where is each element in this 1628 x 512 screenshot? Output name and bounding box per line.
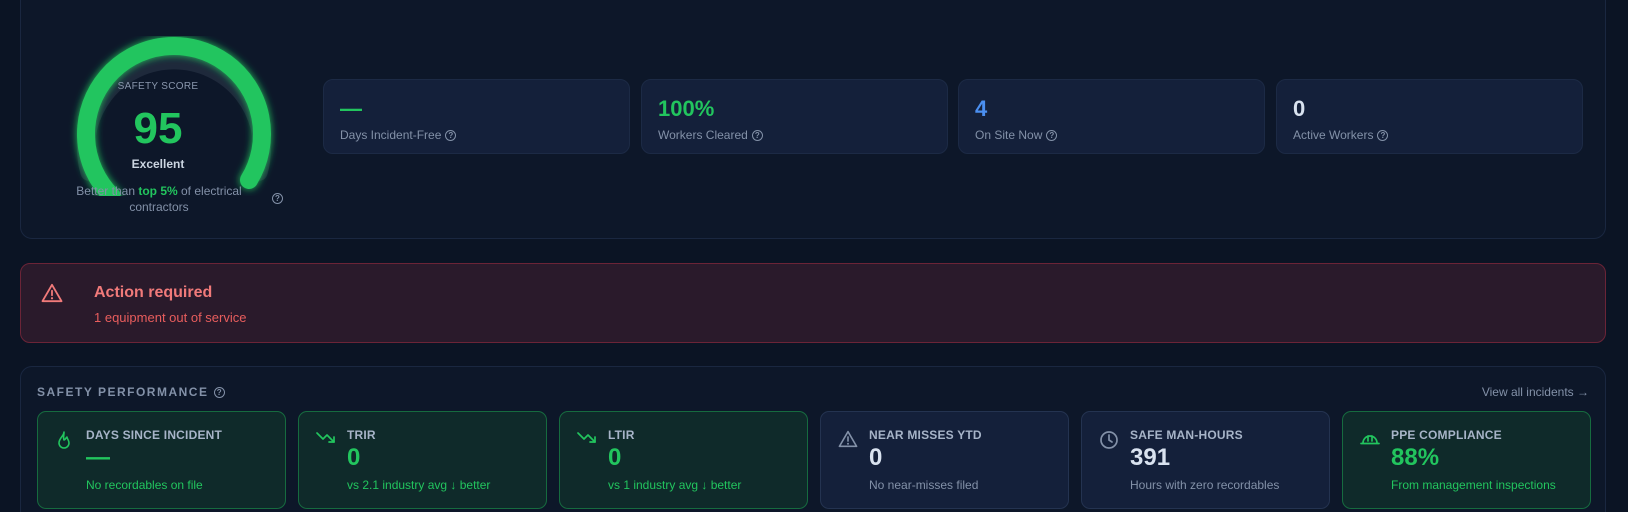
metric-label: NEAR MISSES YTD (869, 428, 982, 442)
action-required-alert[interactable]: Action required 1 equipment out of servi… (20, 263, 1606, 343)
stat-card-days-incident-free: — Days Incident-Free? (323, 79, 630, 154)
stat-label-text: Workers Cleared (658, 128, 748, 142)
help-icon[interactable]: ? (272, 193, 283, 204)
metric-subtext: No recordables on file (86, 478, 203, 492)
metric-label: DAYS SINCE INCIDENT (86, 428, 223, 442)
stat-card-on-site-now: 4 On Site Now? (958, 79, 1265, 154)
stat-card-workers-cleared: 100% Workers Cleared? (641, 79, 948, 154)
metric-value: 391 (1130, 444, 1171, 471)
metric-subtext: No near-misses filed (869, 478, 979, 492)
trend-down-icon (316, 432, 335, 443)
metric-value: 0 (869, 444, 883, 471)
metric-card-ppe-compliance[interactable]: PPE COMPLIANCE 88% From management inspe… (1342, 411, 1591, 509)
stat-value: 100% (658, 96, 715, 121)
warning-triangle-icon (41, 283, 63, 303)
view-all-incidents-link[interactable]: View all incidents → (1482, 385, 1589, 399)
safety-performance-section: SAFETY PERFORMANCE? View all incidents →… (20, 366, 1606, 512)
stat-label: On Site Now? (975, 128, 1248, 142)
safety-score-rating: Excellent (131, 157, 185, 171)
metric-value: 88% (1391, 444, 1440, 471)
clock-icon (1100, 431, 1118, 449)
metric-label: TRIR (347, 428, 376, 442)
safety-score-note: Better than top 5% of electrical contrac… (68, 183, 250, 215)
section-title: SAFETY PERFORMANCE? (37, 385, 226, 399)
help-icon[interactable]: ? (214, 387, 226, 399)
stat-label-text: On Site Now (975, 128, 1043, 142)
stat-label: Active Workers? (1293, 128, 1566, 142)
metric-subtext: vs 1 industry avg ↓ better (608, 478, 742, 492)
metric-card-near-misses-ytd[interactable]: NEAR MISSES YTD 0 No near-misses filed (820, 411, 1069, 509)
stat-label: Days Incident-Free? (340, 128, 613, 142)
help-icon[interactable]: ? (1046, 130, 1058, 142)
hard-hat-icon (1360, 435, 1380, 445)
safety-score-gauge: SAFETY SCORE 95 Excellent Better than to… (48, 30, 294, 220)
metric-card-trir[interactable]: TRIR 0 vs 2.1 industry avg ↓ better (298, 411, 547, 509)
stat-card-active-workers: 0 Active Workers? (1276, 79, 1583, 154)
note-highlight: top 5% (138, 184, 178, 198)
alert-title: Action required (94, 284, 213, 301)
safety-score-title: SAFETY SCORE (117, 81, 199, 92)
metric-card-ltir[interactable]: LTIR 0 vs 1 industry avg ↓ better (559, 411, 808, 509)
metric-value: 0 (347, 444, 361, 471)
alert-message: 1 equipment out of service (94, 310, 247, 325)
metric-subtext: Hours with zero recordables (1130, 478, 1280, 492)
warning-triangle-icon (838, 430, 858, 448)
metric-value: — (86, 444, 110, 471)
help-icon[interactable]: ? (445, 130, 457, 142)
metric-card-safe-man-hours[interactable]: SAFE MAN-HOURS 391 Hours with zero recor… (1081, 411, 1330, 509)
metric-value: 0 (608, 444, 622, 471)
flame-icon (58, 431, 70, 449)
stat-label-text: Days Incident-Free (340, 128, 442, 142)
metric-label: LTIR (608, 428, 635, 442)
help-icon[interactable]: ? (1377, 130, 1389, 142)
note-prefix: Better than (76, 184, 139, 198)
safety-score-value: 95 (133, 104, 183, 153)
stat-label-text: Active Workers (1293, 128, 1374, 142)
metric-subtext: vs 2.1 industry avg ↓ better (347, 478, 491, 492)
stat-value: — (340, 96, 362, 121)
section-title-text: SAFETY PERFORMANCE (37, 385, 209, 399)
trend-down-icon (577, 432, 596, 443)
stat-label: Workers Cleared? (658, 128, 931, 142)
stat-value: 0 (1293, 96, 1306, 121)
help-icon[interactable]: ? (751, 130, 763, 142)
metric-card-days-since-incident[interactable]: DAYS SINCE INCIDENT — No recordables on … (37, 411, 286, 509)
metric-label: SAFE MAN-HOURS (1130, 428, 1243, 442)
metric-label: PPE COMPLIANCE (1391, 428, 1502, 442)
metric-subtext: From management inspections (1391, 478, 1556, 492)
stat-value: 4 (975, 96, 988, 121)
